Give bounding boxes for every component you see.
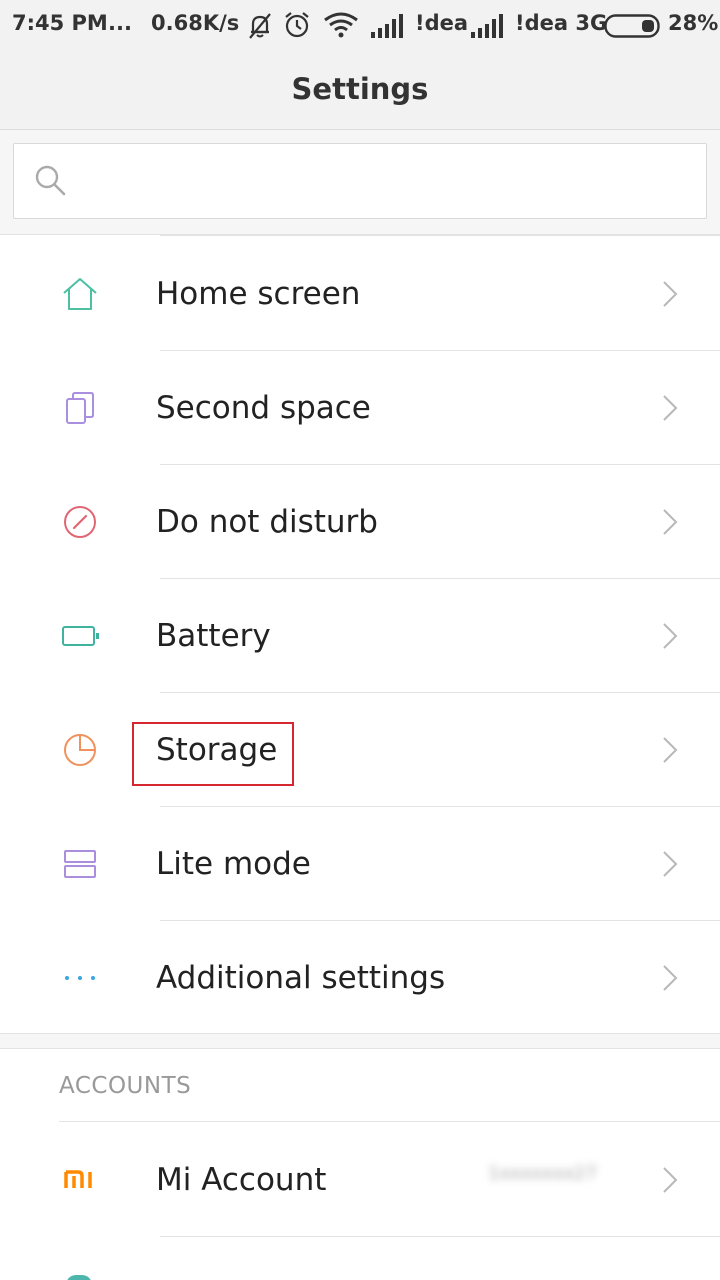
storage-highlight-box <box>132 722 294 786</box>
carrier-label-2: !dea 3G <box>515 11 608 35</box>
chevron-right-icon <box>663 1167 678 1193</box>
chevron-right-icon <box>663 851 678 877</box>
storage-icon <box>64 734 96 766</box>
divider <box>160 235 720 236</box>
search-box[interactable] <box>13 143 707 219</box>
settings-list: Home screen Second space Do not disturb … <box>0 234 720 1034</box>
mute-bell-icon <box>249 13 271 39</box>
signal-icon-1 <box>371 14 403 38</box>
settings-item-label: Lite mode <box>156 846 311 882</box>
settings-item-lite-mode[interactable]: Lite mode <box>0 807 720 921</box>
partial-next-item-icon <box>66 1275 92 1280</box>
status-time: 7:45 PM <box>12 11 108 35</box>
settings-item-do-not-disturb[interactable]: Do not disturb <box>0 465 720 579</box>
chevron-right-icon <box>663 395 678 421</box>
carrier-label-1: !dea <box>415 11 469 35</box>
alarm-icon <box>285 12 309 38</box>
settings-item-label: Home screen <box>156 276 361 312</box>
status-dots: ... <box>108 11 132 35</box>
page-title: Settings <box>291 72 429 106</box>
chevron-right-icon <box>663 281 678 307</box>
do-not-disturb-icon <box>64 506 96 538</box>
wifi-icon <box>324 12 358 38</box>
search-area <box>0 130 720 234</box>
settings-item-storage[interactable]: Storage <box>0 693 720 807</box>
settings-item-home-screen[interactable]: Home screen <box>0 237 720 351</box>
chevron-right-icon <box>663 623 678 649</box>
title-bar: Settings <box>0 52 720 130</box>
settings-item-label: Mi Account <box>156 1162 327 1198</box>
settings-item-additional-settings[interactable]: Additional settings <box>0 921 720 1035</box>
search-input[interactable] <box>84 144 694 218</box>
home-icon <box>63 278 97 310</box>
settings-item-second-space[interactable]: Second space <box>0 351 720 465</box>
settings-item-label: Battery <box>156 618 271 654</box>
status-bar: 7:45 PM ... 0.68K/s !dea !dea 3G 28% <box>0 0 720 52</box>
battery-icon <box>62 626 99 646</box>
chevron-right-icon <box>663 965 678 991</box>
settings-item-label: Do not disturb <box>156 504 378 540</box>
more-dots-icon <box>65 976 95 980</box>
settings-item-label: Additional settings <box>156 960 446 996</box>
divider <box>160 1236 720 1237</box>
settings-item-battery[interactable]: Battery <box>0 579 720 693</box>
accounts-section: ACCOUNTS Mi Account 1xxxxxxx27 <box>0 1048 720 1280</box>
search-icon <box>35 165 66 196</box>
divider <box>59 1121 720 1122</box>
signal-icon-2 <box>471 14 503 38</box>
chevron-right-icon <box>663 737 678 763</box>
second-space-icon <box>66 392 94 424</box>
mi-account-id: 1xxxxxxx27 <box>488 1163 597 1184</box>
lite-mode-icon <box>64 850 96 878</box>
settings-item-label: Second space <box>156 390 371 426</box>
section-header-accounts: ACCOUNTS <box>59 1073 192 1099</box>
battery-percent: 28% <box>668 11 719 35</box>
mi-logo-icon <box>64 1170 92 1188</box>
chevron-right-icon <box>663 509 678 535</box>
battery-status-icon <box>604 14 660 38</box>
settings-item-mi-account[interactable]: Mi Account 1xxxxxxx27 <box>0 1123 720 1237</box>
status-network-speed: 0.68K/s <box>151 11 240 35</box>
